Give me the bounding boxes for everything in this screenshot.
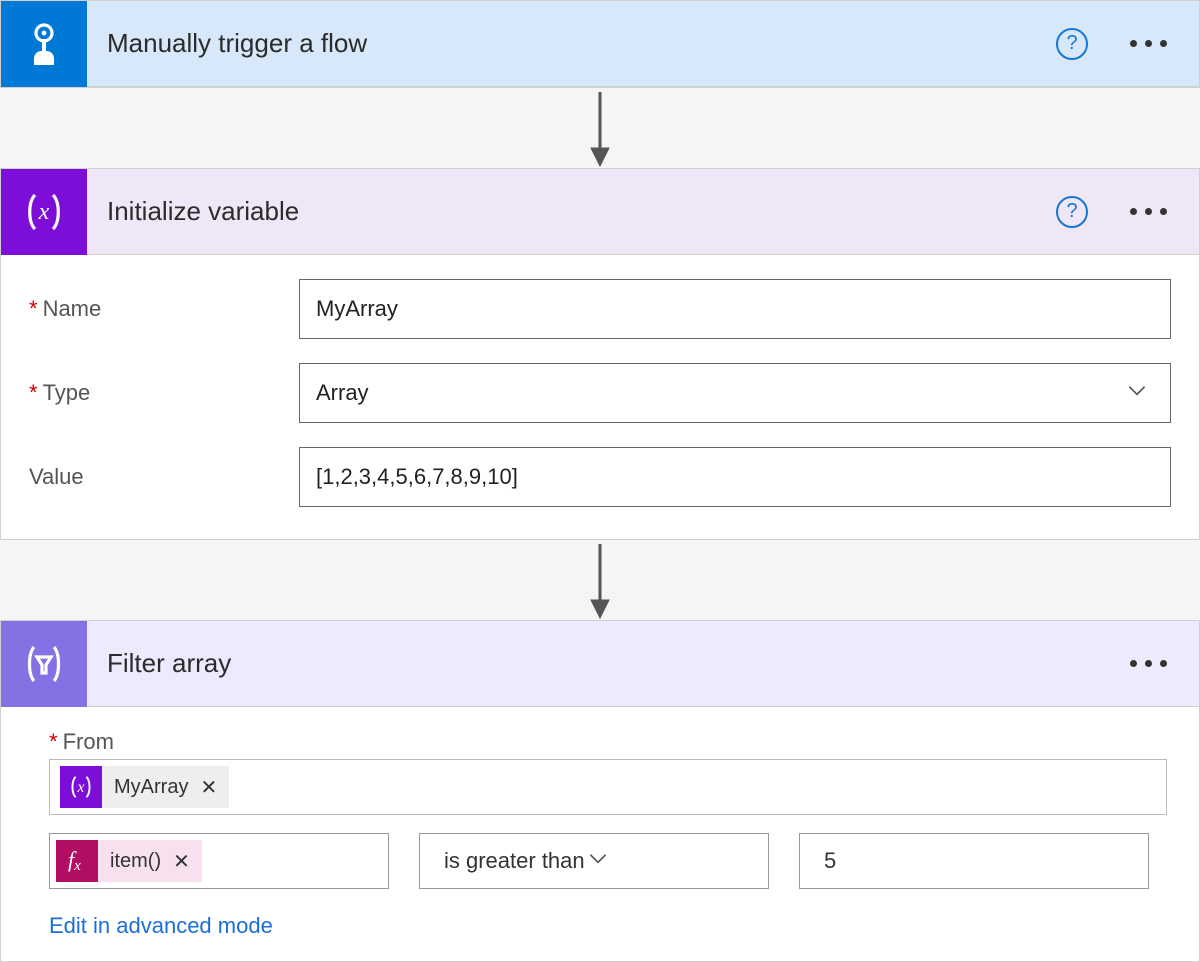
flow-connector — [0, 540, 1200, 620]
init-variable-card: x Initialize variable ? *Name MyArray *T… — [0, 168, 1200, 540]
help-icon[interactable]: ? — [1056, 28, 1088, 60]
expression-token-item[interactable]: fx item() ✕ — [56, 840, 202, 882]
remove-token-button[interactable]: ✕ — [173, 849, 190, 874]
svg-text:fx: fx — [68, 847, 81, 874]
trigger-title: Manually trigger a flow — [87, 28, 1056, 59]
filter-array-card: Filter array *From x MyArray ✕ — [0, 620, 1200, 962]
name-label: *Name — [29, 296, 299, 322]
chevron-down-icon — [1124, 377, 1150, 409]
value-input[interactable]: [1,2,3,4,5,6,7,8,9,10] — [299, 447, 1171, 507]
filter-icon — [1, 621, 87, 707]
more-menu-button[interactable] — [1122, 200, 1175, 223]
variable-icon: x — [60, 766, 102, 808]
filter-array-title: Filter array — [87, 648, 1122, 679]
init-variable-title: Initialize variable — [87, 196, 1056, 227]
more-menu-button[interactable] — [1122, 32, 1175, 55]
condition-left-input[interactable]: fx item() ✕ — [49, 833, 389, 889]
name-input[interactable]: MyArray — [299, 279, 1171, 339]
from-token-myarray[interactable]: x MyArray ✕ — [60, 766, 229, 808]
flow-connector — [0, 88, 1200, 168]
filter-array-body: *From x MyArray ✕ — [1, 707, 1199, 961]
from-label: *From — [49, 729, 1167, 755]
help-icon[interactable]: ? — [1056, 196, 1088, 228]
type-label: *Type — [29, 380, 299, 406]
svg-text:x: x — [38, 199, 50, 225]
condition-operator-select[interactable]: is greater than — [419, 833, 769, 889]
from-input[interactable]: x MyArray ✕ — [49, 759, 1167, 815]
chevron-down-icon — [585, 845, 611, 877]
trigger-card: Manually trigger a flow ? — [0, 0, 1200, 88]
remove-token-button[interactable]: ✕ — [200, 775, 217, 800]
fx-icon: fx — [56, 840, 98, 882]
svg-text:x: x — [77, 779, 85, 796]
filter-condition-row: fx item() ✕ is greater than 5 — [49, 833, 1167, 889]
edit-advanced-mode-link[interactable]: Edit in advanced mode — [49, 913, 1167, 939]
trigger-header[interactable]: Manually trigger a flow ? — [1, 1, 1199, 87]
init-variable-header[interactable]: x Initialize variable ? — [1, 169, 1199, 255]
variable-icon: x — [1, 169, 87, 255]
init-variable-body: *Name MyArray *Type Array — [1, 255, 1199, 539]
more-menu-button[interactable] — [1122, 652, 1175, 675]
condition-value-input[interactable]: 5 — [799, 833, 1149, 889]
filter-array-header[interactable]: Filter array — [1, 621, 1199, 707]
manual-trigger-icon — [1, 1, 87, 87]
type-select[interactable]: Array — [299, 363, 1171, 423]
value-label: Value — [29, 464, 299, 490]
